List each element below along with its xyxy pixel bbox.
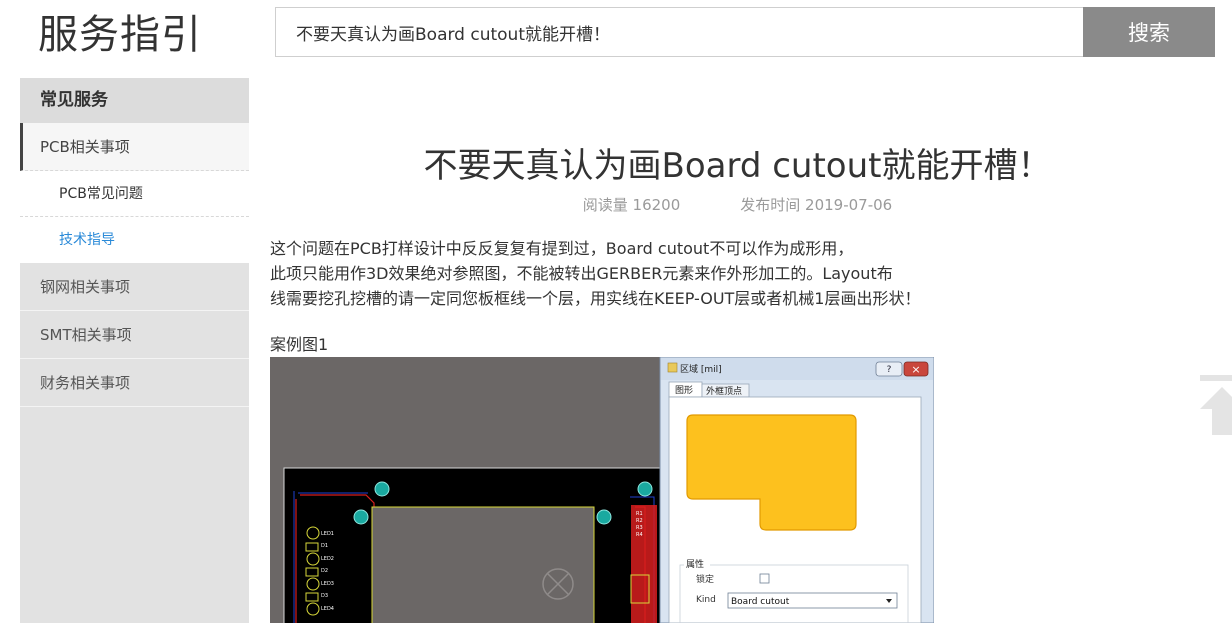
site-title: 服务指引 <box>38 12 202 58</box>
tab-shape[interactable]: 图形 <box>668 381 703 398</box>
search-bar: 搜索 <box>275 7 1215 57</box>
tab-outline-vertices[interactable]: 外框顶点 <box>701 383 750 398</box>
pcb-cutout-area <box>371 506 595 623</box>
case-image: LED1 D1 LED2 D2 LED3 D3 LED4 R1 R2 R3 R4… <box>270 357 934 623</box>
sidebar-item-smt[interactable]: SMT相关事项 <box>20 311 249 359</box>
case-image-svg: LED1 D1 LED2 D2 LED3 D3 LED4 R1 R2 R3 R4… <box>270 357 934 623</box>
pcb-label: LED4 <box>321 606 334 612</box>
kind-label: Kind <box>696 595 716 605</box>
article-paragraph-line: 这个问题在PCB打样设计中反反复复有提到过，Board cutout不可以作为成… <box>270 239 854 258</box>
dialog-help-button[interactable]: ? <box>875 361 903 377</box>
mounting-hole <box>374 481 390 497</box>
pcb-label: LED3 <box>321 581 334 587</box>
kind-select-value: Board cutout <box>731 597 790 607</box>
pcb-label: D2 <box>321 568 328 574</box>
tab-outline-label: 外框顶点 <box>706 385 742 397</box>
pcb-label: LED2 <box>321 556 334 562</box>
mounting-hole <box>353 509 369 525</box>
article-paragraph-line: 线需要挖孔挖槽的请一定同您板框线一个层，用实线在KEEP-OUT层或者机械1层画… <box>270 289 921 308</box>
arrow-up-icon <box>1200 387 1232 435</box>
pcb-label: R4 <box>636 532 643 538</box>
sidebar-subitem-pcb-faq[interactable]: PCB常见问题 <box>20 171 249 217</box>
kind-select[interactable]: Board cutout <box>727 592 898 609</box>
pcb-label: R3 <box>636 525 643 531</box>
close-icon: × <box>911 363 920 376</box>
back-to-top-button[interactable] <box>1200 375 1232 437</box>
search-button[interactable]: 搜索 <box>1083 7 1215 57</box>
sidebar: 常见服务 PCB相关事项 PCB常见问题 技术指导 钢网相关事项 SMT相关事项… <box>20 78 249 623</box>
mounting-hole <box>596 509 612 525</box>
properties-label: 属性 <box>686 558 704 570</box>
pcb-right-labels: R1 R2 R3 R4 <box>636 511 643 538</box>
pcb-label: LED1 <box>321 531 334 537</box>
search-input[interactable] <box>276 8 1084 56</box>
mounting-hole <box>637 481 653 497</box>
sidebar-item-stencil[interactable]: 钢网相关事项 <box>20 263 249 311</box>
sidebar-item-pcb[interactable]: PCB相关事项 <box>20 123 249 171</box>
read-count: 阅读量 16200 <box>582 196 681 214</box>
dialog-window: 区域 [mil] ? × 图形 外框顶点 属性 锁定 Kind Board cu… <box>659 357 934 623</box>
lock-label: 锁定 <box>696 573 714 585</box>
sidebar-item-finance[interactable]: 财务相关事项 <box>20 359 249 407</box>
tab-shape-label: 图形 <box>675 384 693 396</box>
sidebar-subitem-tech-guide[interactable]: 技术指导 <box>20 217 249 263</box>
dialog-app-icon <box>667 362 678 373</box>
case-label: 案例图1 <box>270 335 329 354</box>
pcb-label: D1 <box>321 543 328 549</box>
lock-checkbox[interactable] <box>759 573 770 584</box>
publish-date: 发布时间 2019-07-06 <box>740 196 893 214</box>
article-body: 这个问题在PCB打样设计中反反复复有提到过，Board cutout不可以作为成… <box>270 236 1030 311</box>
back-to-top-bar <box>1200 375 1232 381</box>
pcb-label: D3 <box>321 593 328 599</box>
pcb-resistor-block <box>631 505 657 623</box>
dialog-close-button[interactable]: × <box>903 361 929 377</box>
dialog-title: 区域 [mil] <box>680 363 722 375</box>
article-meta: 阅读量 16200 发布时间 2019-07-06 <box>270 194 1205 216</box>
pcb-label: R2 <box>636 518 643 524</box>
article-title: 不要天真认为画Board cutout就能开槽！ <box>423 146 1052 186</box>
help-icon: ? <box>887 365 892 375</box>
sidebar-heading: 常见服务 <box>20 78 249 123</box>
article-paragraph-line: 此项只能用作3D效果绝对参照图，不能被转出GERBER元素来作外形加工的。Lay… <box>270 264 893 283</box>
pcb-label: R1 <box>636 511 643 517</box>
